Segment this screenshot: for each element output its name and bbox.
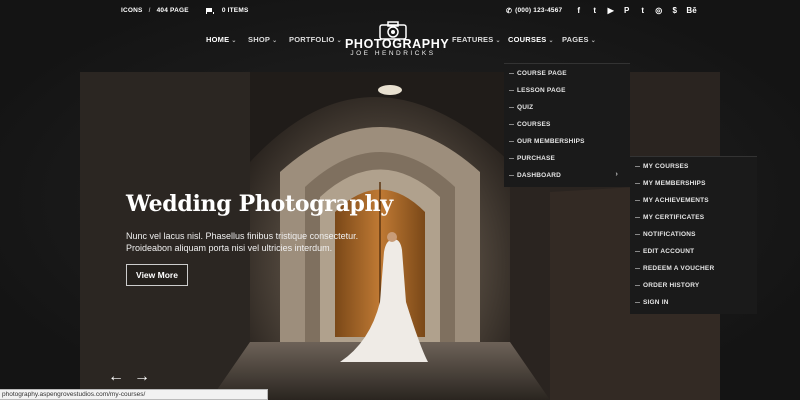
menu-item-label: LESSON PAGE	[517, 87, 566, 94]
menu-item-courses[interactable]: COURSES	[504, 117, 630, 134]
slider-next-arrow[interactable]: →	[134, 369, 150, 385]
logo-subtitle: JOE HENDRICKS	[350, 50, 436, 57]
menu-item-order-history[interactable]: ORDER HISTORY	[630, 278, 757, 295]
nav-shop-label: SHOP	[248, 35, 271, 44]
site-logo[interactable]: PHOTOGRAPHY JOE HENDRICKS	[345, 20, 450, 58]
cart-icon[interactable]	[205, 7, 214, 14]
dashboard-submenu: MY COURSES MY MEMBERSHIPS MY ACHIEVEMENT…	[630, 156, 757, 314]
dash-icon	[635, 285, 640, 286]
dash-icon	[635, 200, 640, 201]
twitter-icon[interactable]: t	[590, 6, 599, 15]
menu-item-quiz[interactable]: QUIZ	[504, 100, 630, 117]
menu-item-my-achievements[interactable]: MY ACHIEVEMENTS	[630, 193, 757, 210]
icons-link[interactable]: ICONS	[121, 7, 143, 14]
menu-item-label: MY MEMBERSHIPS	[643, 180, 706, 187]
menu-item-label: SIGN IN	[643, 299, 669, 306]
menu-item-label: EDIT ACCOUNT	[643, 248, 695, 255]
social-links: f t ▶ P t ◎ $ Bē	[574, 6, 696, 15]
chevron-down-icon: ⌄	[548, 38, 554, 44]
phone-number[interactable]: (000) 123-4567	[515, 7, 562, 14]
dash-icon	[509, 73, 514, 74]
nav-courses[interactable]: COURSES ⌄	[508, 35, 554, 44]
dash-icon	[635, 183, 640, 184]
menu-item-label: QUIZ	[517, 104, 534, 111]
menu-item-label: MY CERTIFICATES	[643, 214, 705, 221]
menu-item-redeem-voucher[interactable]: REDEEM A VOUCHER	[630, 261, 757, 278]
view-more-button[interactable]: View More	[126, 264, 188, 286]
menu-item-label: REDEEM A VOUCHER	[643, 265, 715, 272]
skype-icon[interactable]: $	[670, 6, 679, 15]
menu-item-our-memberships[interactable]: OUR MEMBERSHIPS	[504, 134, 630, 151]
youtube-icon[interactable]: ▶	[606, 6, 615, 15]
nav-features[interactable]: FEATURES ⌄	[452, 35, 501, 44]
dash-icon	[509, 141, 514, 142]
menu-item-notifications[interactable]: NOTIFICATIONS	[630, 227, 757, 244]
dash-icon	[509, 90, 514, 91]
facebook-icon[interactable]: f	[574, 6, 583, 15]
hero-description: Nunc vel lacus nisl. Phasellus finibus t…	[126, 230, 358, 254]
chevron-down-icon: ⌄	[495, 38, 501, 44]
nav-shop[interactable]: SHOP ⌄	[248, 35, 277, 44]
hero-title: Wedding Photography	[126, 191, 393, 217]
menu-item-dashboard[interactable]: DASHBOARD ›	[504, 168, 630, 185]
nav-home-label: HOME	[206, 35, 230, 44]
menu-item-label: DASHBOARD	[517, 172, 562, 179]
menu-item-label: COURSE PAGE	[517, 70, 567, 77]
menu-item-label: COURSES	[517, 121, 551, 128]
menu-item-purchase[interactable]: PURCHASE	[504, 151, 630, 168]
dash-icon	[635, 166, 640, 167]
cart-count[interactable]: 0 ITEMS	[222, 7, 249, 14]
menu-item-label: ORDER HISTORY	[643, 282, 700, 289]
nav-pages[interactable]: PAGES ⌄	[562, 35, 596, 44]
instagram-icon[interactable]: ◎	[654, 6, 663, 15]
nav-pages-label: PAGES	[562, 35, 589, 44]
phone-icon: ✆	[506, 7, 513, 15]
chevron-down-icon: ⌄	[272, 38, 278, 44]
menu-item-sign-in[interactable]: SIGN IN	[630, 295, 757, 312]
nav-courses-label: COURSES	[508, 35, 547, 44]
page-404-link[interactable]: 404 PAGE	[157, 7, 189, 14]
dash-icon	[509, 175, 514, 176]
menu-item-course-page[interactable]: COURSE PAGE	[504, 66, 630, 83]
menu-item-edit-account[interactable]: EDIT ACCOUNT	[630, 244, 757, 261]
hero-description-line: Nunc vel lacus nisl. Phasellus finibus t…	[126, 231, 359, 241]
dash-icon	[635, 302, 640, 303]
courses-dropdown: COURSE PAGE LESSON PAGE QUIZ COURSES OUR…	[504, 63, 630, 187]
nav-features-label: FEATURES	[452, 35, 494, 44]
menu-item-my-certificates[interactable]: MY CERTIFICATES	[630, 210, 757, 227]
chevron-right-icon: ›	[615, 171, 618, 178]
hero-description-line: Proideabon aliquam porta nisi vel ultric…	[126, 243, 333, 253]
dash-icon	[635, 234, 640, 235]
menu-item-label: MY ACHIEVEMENTS	[643, 197, 709, 204]
behance-icon[interactable]: Bē	[686, 6, 696, 15]
chevron-down-icon: ⌄	[231, 38, 237, 44]
menu-item-label: OUR MEMBERSHIPS	[517, 138, 585, 145]
dash-icon	[635, 217, 640, 218]
browser-status-bar: photography.aspengrovestudios.com/my-cou…	[0, 389, 268, 400]
nav-portfolio-label: PORTFOLIO	[289, 35, 335, 44]
dash-icon	[509, 107, 514, 108]
dash-icon	[635, 251, 640, 252]
menu-item-my-memberships[interactable]: MY MEMBERSHIPS	[630, 176, 757, 193]
menu-item-label: MY COURSES	[643, 163, 689, 170]
dash-icon	[509, 158, 514, 159]
menu-item-my-courses[interactable]: MY COURSES	[630, 159, 757, 176]
breadcrumb-separator: /	[148, 7, 151, 14]
dash-icon	[509, 124, 514, 125]
logo-title: PHOTOGRAPHY	[345, 37, 450, 51]
pinterest-icon[interactable]: P	[622, 6, 631, 15]
slider-prev-arrow[interactable]: ←	[108, 369, 124, 385]
dash-icon	[635, 268, 640, 269]
menu-item-label: PURCHASE	[517, 155, 556, 162]
tumblr-icon[interactable]: t	[638, 6, 647, 15]
nav-portfolio[interactable]: PORTFOLIO ⌄	[289, 35, 342, 44]
menu-item-lesson-page[interactable]: LESSON PAGE	[504, 83, 630, 100]
nav-home[interactable]: HOME ⌄	[206, 35, 237, 44]
top-bar: ICONS / 404 PAGE 0 ITEMS ✆ (000) 123-456…	[0, 0, 800, 22]
menu-item-label: NOTIFICATIONS	[643, 231, 696, 238]
chevron-down-icon: ⌄	[336, 38, 342, 44]
chevron-down-icon: ⌄	[590, 38, 596, 44]
